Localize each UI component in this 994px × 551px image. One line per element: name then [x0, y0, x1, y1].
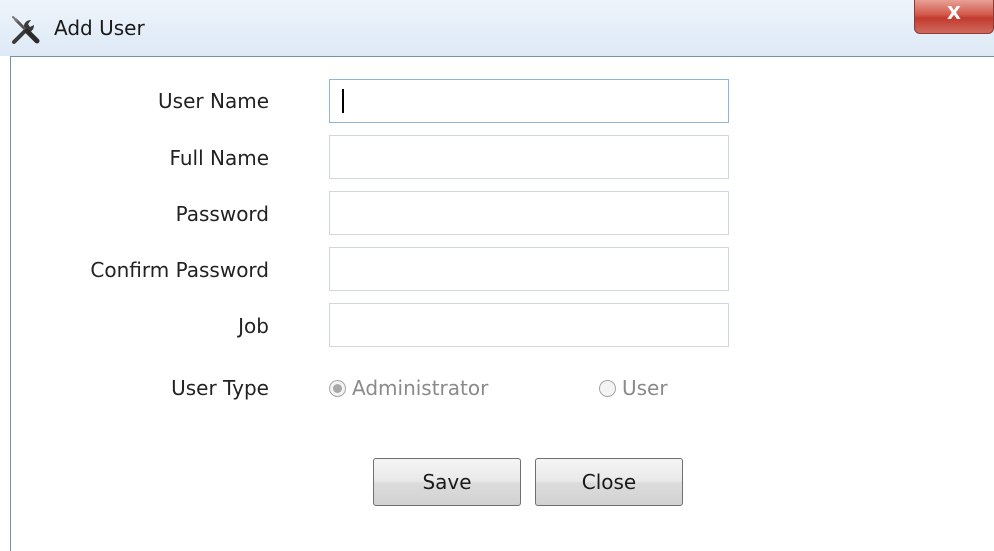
administrator-radio[interactable]: Administrator: [329, 373, 488, 403]
full-name-input[interactable]: [329, 135, 729, 179]
tools-icon: [12, 16, 40, 44]
window-title: Add User: [54, 16, 145, 40]
save-button[interactable]: Save: [373, 458, 521, 506]
radio-unchecked-icon: [599, 380, 616, 397]
job-input[interactable]: [329, 303, 729, 347]
full-name-label: Full Name: [169, 146, 269, 170]
password-input[interactable]: [329, 191, 729, 235]
confirm-password-input[interactable]: [329, 247, 729, 291]
user-radio-label: User: [622, 376, 668, 400]
text-caret: [342, 89, 344, 113]
form-panel: User Name Full Name Password Confirm Pas…: [10, 56, 994, 551]
confirm-password-label: Confirm Password: [90, 258, 269, 282]
user-radio[interactable]: User: [599, 373, 668, 403]
password-label: Password: [175, 202, 269, 226]
user-name-label: User Name: [158, 89, 269, 113]
user-type-label: User Type: [171, 376, 269, 400]
title-bar[interactable]: Add User X: [0, 0, 994, 56]
administrator-radio-label: Administrator: [352, 376, 489, 400]
close-button[interactable]: Close: [535, 458, 683, 506]
add-user-dialog: Add User X User Name Full Name Password …: [0, 0, 994, 551]
radio-checked-icon: [329, 380, 346, 397]
job-label: Job: [238, 314, 269, 338]
user-name-input[interactable]: [329, 79, 729, 123]
window-close-button[interactable]: X: [914, 0, 994, 34]
